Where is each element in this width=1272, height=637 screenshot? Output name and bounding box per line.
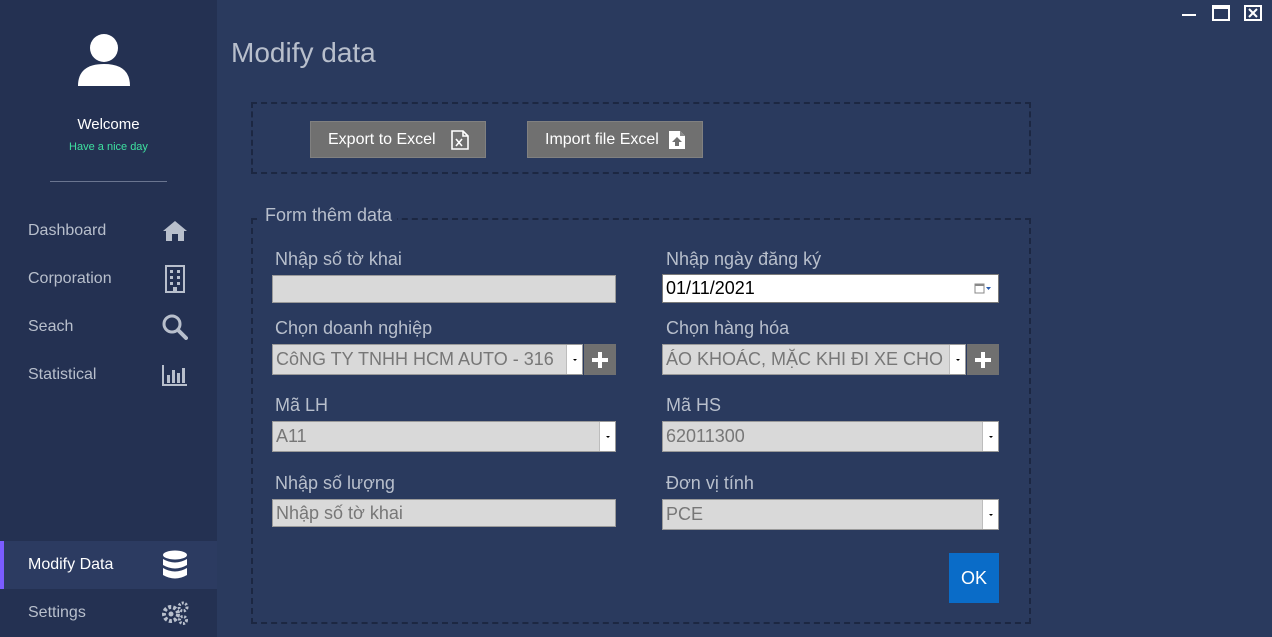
company-select-value: CôNG TY TNHH HCM AUTO - 316 bbox=[276, 349, 554, 369]
declaration-number-label: Nhập số tờ khai bbox=[275, 249, 402, 269]
registration-date-picker[interactable]: 01/11/2021 bbox=[662, 274, 999, 303]
ma-lh-label: Mã LH bbox=[275, 395, 329, 415]
ma-lh-select[interactable]: A11 bbox=[272, 421, 616, 452]
active-indicator bbox=[0, 541, 4, 589]
ok-button[interactable]: OK bbox=[949, 553, 999, 603]
goods-select[interactable]: ÁO KHOÁC, MẶC KHI ĐI XE CHO bbox=[662, 344, 966, 375]
search-icon bbox=[161, 313, 189, 341]
sidebar-item-modify-data[interactable]: Modify Data bbox=[0, 541, 217, 589]
maximize-icon[interactable] bbox=[1211, 4, 1231, 22]
import-excel-button[interactable]: Import file Excel bbox=[527, 121, 703, 158]
ma-lh-select-value: A11 bbox=[276, 426, 307, 446]
form-legend: Form thêm data bbox=[260, 205, 398, 226]
minimize-icon[interactable] bbox=[1179, 4, 1199, 22]
chevron-down-icon[interactable] bbox=[982, 422, 998, 451]
plus-icon bbox=[975, 351, 991, 368]
chevron-down-icon[interactable] bbox=[982, 500, 998, 529]
add-goods-button[interactable] bbox=[967, 344, 999, 375]
user-avatar-icon bbox=[78, 34, 130, 86]
chevron-down-icon[interactable] bbox=[566, 345, 582, 374]
sidebar-item-search[interactable]: Seach bbox=[0, 305, 217, 349]
unit-select-value: PCE bbox=[666, 504, 704, 524]
tagline-text: Have a nice day bbox=[69, 141, 148, 153]
import-excel-label: Import file Excel bbox=[545, 130, 659, 148]
quantity-input[interactable]: Nhập số tờ khai bbox=[272, 499, 616, 527]
sidebar-item-dashboard[interactable]: Dashboard bbox=[0, 209, 217, 253]
database-icon bbox=[161, 550, 189, 579]
ma-hs-label: Mã HS bbox=[666, 395, 722, 415]
calendar-dropdown-icon[interactable] bbox=[974, 283, 992, 295]
sidebar-item-settings[interactable]: Settings bbox=[0, 591, 217, 635]
company-select[interactable]: CôNG TY TNHH HCM AUTO - 316 bbox=[272, 344, 583, 375]
gears-icon bbox=[161, 599, 189, 627]
chevron-down-icon[interactable] bbox=[599, 422, 615, 451]
sidebar-item-label: Dashboard bbox=[28, 222, 107, 239]
building-icon bbox=[161, 265, 189, 293]
unit-label: Đơn vị tính bbox=[666, 473, 754, 493]
file-upload-icon bbox=[669, 131, 685, 149]
chevron-down-icon[interactable] bbox=[949, 345, 965, 374]
sidebar: Welcome Have a nice day Dashboard Corpor… bbox=[0, 0, 217, 637]
plus-icon bbox=[592, 351, 608, 368]
sidebar-item-label: Statistical bbox=[28, 366, 97, 383]
sidebar-item-label: Corporation bbox=[28, 270, 112, 287]
company-label: Chọn doanh nghiệp bbox=[275, 318, 433, 338]
excel-file-icon bbox=[451, 130, 469, 150]
sidebar-item-corporation[interactable]: Corporation bbox=[0, 257, 217, 301]
ma-hs-select-value: 62011300 bbox=[666, 426, 745, 446]
sidebar-divider bbox=[50, 181, 167, 182]
goods-label: Chọn hàng hóa bbox=[666, 318, 790, 338]
declaration-number-input[interactable] bbox=[272, 275, 616, 303]
ma-hs-select[interactable]: 62011300 bbox=[662, 421, 999, 452]
sidebar-item-statistical[interactable]: Statistical bbox=[0, 353, 217, 397]
bar-chart-icon bbox=[161, 361, 189, 389]
unit-select[interactable]: PCE bbox=[662, 499, 999, 530]
export-excel-button[interactable]: Export to Excel bbox=[310, 121, 486, 158]
sidebar-item-label: Modify Data bbox=[28, 556, 114, 573]
registration-date-value: 01/11/2021 bbox=[666, 278, 755, 298]
quantity-label: Nhập số lượng bbox=[275, 473, 395, 493]
registration-date-label: Nhập ngày đăng ký bbox=[666, 249, 822, 269]
close-icon[interactable] bbox=[1243, 4, 1263, 22]
sidebar-item-label: Seach bbox=[28, 318, 74, 335]
page-title: Modify data bbox=[231, 37, 376, 68]
home-icon bbox=[161, 217, 189, 245]
sidebar-item-label: Settings bbox=[28, 604, 86, 621]
export-excel-label: Export to Excel bbox=[328, 130, 436, 148]
goods-select-value: ÁO KHOÁC, MẶC KHI ĐI XE CHO bbox=[666, 349, 944, 369]
welcome-text: Welcome bbox=[77, 116, 140, 133]
add-company-button[interactable] bbox=[584, 344, 616, 375]
